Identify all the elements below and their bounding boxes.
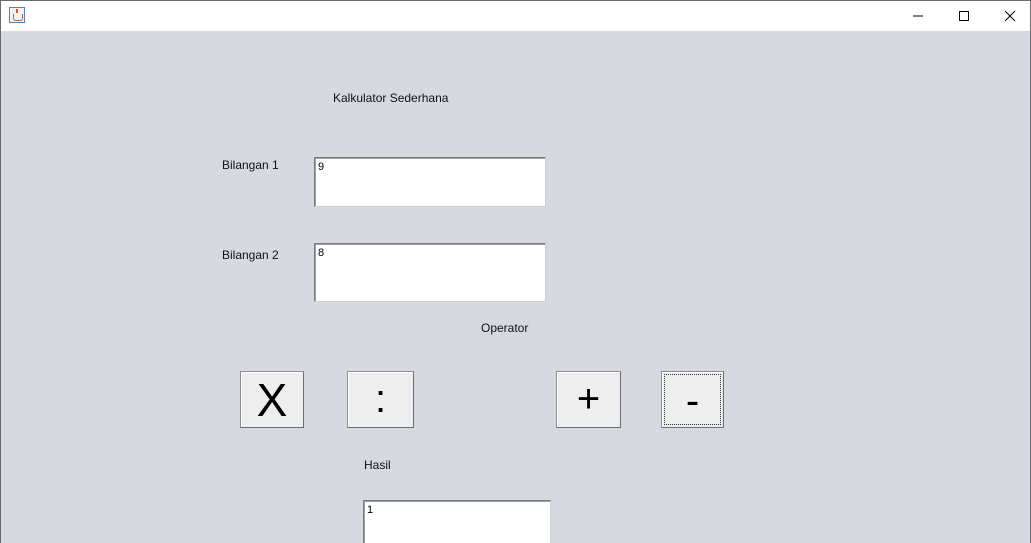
close-button[interactable] xyxy=(987,1,1030,31)
maximize-icon xyxy=(959,11,969,21)
add-button[interactable]: + xyxy=(556,371,621,428)
title-bar[interactable] xyxy=(1,1,1030,31)
divide-button[interactable]: : xyxy=(347,371,414,428)
divide-button-label: : xyxy=(374,377,387,421)
multiply-button-label: X xyxy=(256,374,288,426)
app-window: Kalkulator Sederhana Bilangan 1 9 Bilang… xyxy=(0,0,1031,543)
calculator-heading: Kalkulator Sederhana xyxy=(333,91,449,105)
subtract-button[interactable]: - xyxy=(661,371,724,428)
add-button-label: + xyxy=(576,377,601,421)
number1-label: Bilangan 1 xyxy=(222,158,279,172)
result-label: Hasil xyxy=(364,458,391,472)
number2-input[interactable]: 8 xyxy=(314,243,546,302)
minimize-button[interactable] xyxy=(895,1,941,31)
result-output[interactable]: 1 xyxy=(363,500,551,543)
number1-input[interactable]: 9 xyxy=(314,157,546,207)
maximize-button[interactable] xyxy=(941,1,987,31)
java-cup-icon[interactable] xyxy=(9,7,25,23)
minimize-icon xyxy=(913,15,923,17)
close-icon xyxy=(1004,10,1016,22)
number2-label: Bilangan 2 xyxy=(222,248,279,262)
subtract-button-label: - xyxy=(685,379,700,423)
operator-label: Operator xyxy=(481,321,529,335)
multiply-button[interactable]: X xyxy=(240,371,304,428)
calculator-panel: Kalkulator Sederhana Bilangan 1 9 Bilang… xyxy=(1,31,1030,543)
